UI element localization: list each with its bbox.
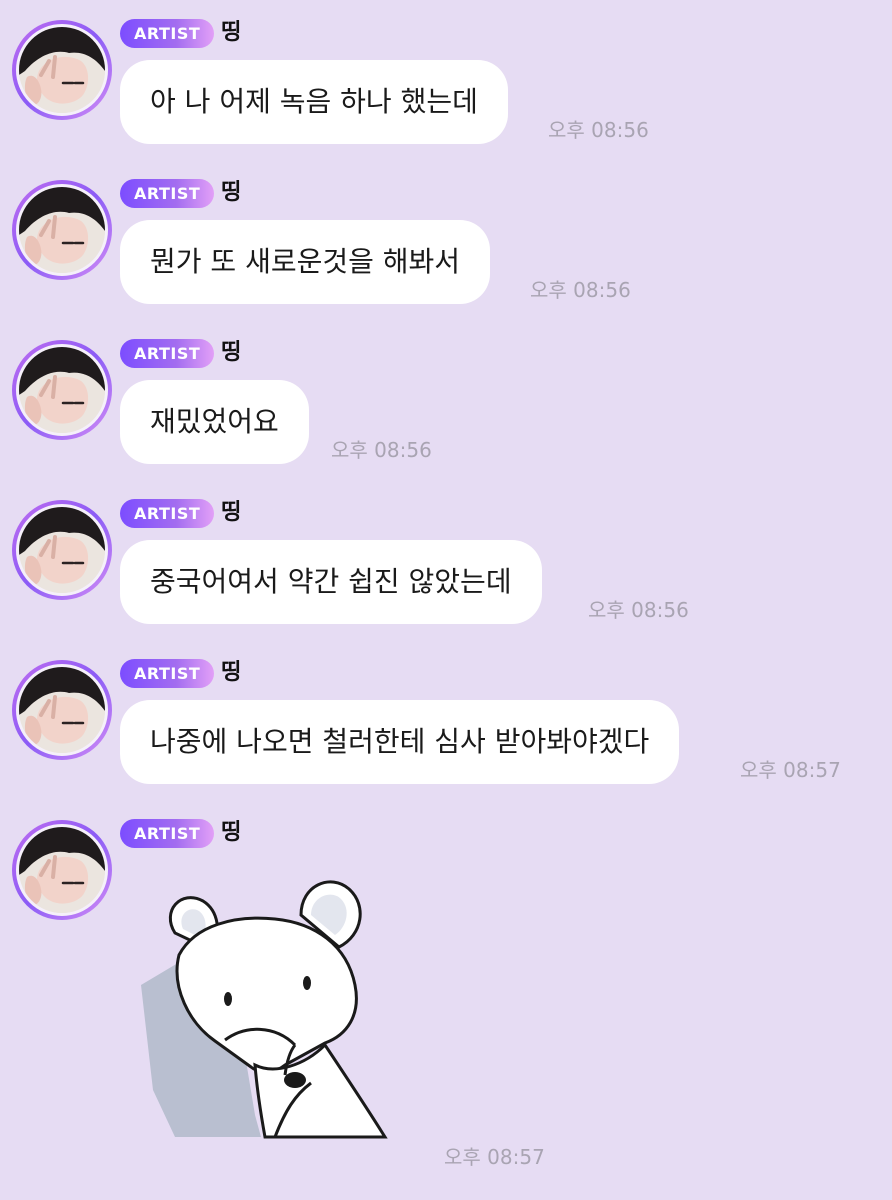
profile-photo-icon [19, 187, 105, 273]
chat-message: ARTIST 띵 재밌었어요 오후 08:56 [0, 320, 892, 480]
artist-badge: ARTIST [120, 339, 215, 368]
artist-avatar[interactable] [12, 820, 112, 920]
chat-message: ARTIST 띵 중국어여서 약간 쉽진 않았는데 오후 08:56 [0, 480, 892, 640]
message-timestamp: 오후 08:56 [530, 278, 631, 302]
artist-avatar[interactable] [12, 660, 112, 760]
message-timestamp: 오후 08:57 [444, 1145, 545, 1169]
chat-message-sticker: ARTIST 띵 [0, 800, 892, 1200]
sender-name: 띵 [221, 20, 242, 45]
sender-name: 띵 [221, 180, 242, 205]
chat-message: ARTIST 띵 나중에 나오면 철러한테 심사 받아봐야겠다 오후 08:57 [0, 640, 892, 800]
artist-avatar[interactable] [12, 20, 112, 120]
message-bubble[interactable]: 아 나 어제 녹음 하나 했는데 [120, 60, 508, 144]
artist-badge: ARTIST [120, 179, 215, 208]
artist-avatar[interactable] [12, 500, 112, 600]
sender-name: 띵 [221, 820, 242, 845]
profile-photo-icon [19, 507, 105, 593]
artist-avatar[interactable] [12, 180, 112, 280]
message-bubble[interactable]: 뭔가 또 새로운것을 해봐서 [120, 220, 491, 304]
artist-badge: ARTIST [120, 499, 215, 528]
sender-name: 띵 [221, 500, 242, 525]
message-timestamp: 오후 08:57 [740, 758, 841, 782]
profile-photo-icon [19, 827, 105, 913]
profile-photo-icon [19, 667, 105, 753]
sender-name: 띵 [221, 660, 242, 685]
white-mouse-sticker[interactable] [135, 875, 395, 1140]
artist-avatar[interactable] [12, 340, 112, 440]
message-bubble[interactable]: 중국어여서 약간 쉽진 않았는데 [120, 540, 542, 624]
message-bubble[interactable]: 나중에 나오면 철러한테 심사 받아봐야겠다 [120, 700, 680, 784]
message-bubble[interactable]: 재밌었어요 [120, 380, 309, 464]
message-timestamp: 오후 08:56 [331, 438, 432, 462]
message-timestamp: 오후 08:56 [588, 598, 689, 622]
chat-message: ARTIST 띵 아 나 어제 녹음 하나 했는데 오후 08:56 [0, 0, 892, 160]
profile-photo-icon [19, 27, 105, 113]
chat-message: ARTIST 띵 뭔가 또 새로운것을 해봐서 오후 08:56 [0, 160, 892, 320]
profile-photo-icon [19, 347, 105, 433]
artist-badge: ARTIST [120, 19, 215, 48]
artist-badge: ARTIST [120, 819, 215, 848]
message-timestamp: 오후 08:56 [548, 118, 649, 142]
artist-badge: ARTIST [120, 659, 215, 688]
sender-name: 띵 [221, 340, 242, 365]
